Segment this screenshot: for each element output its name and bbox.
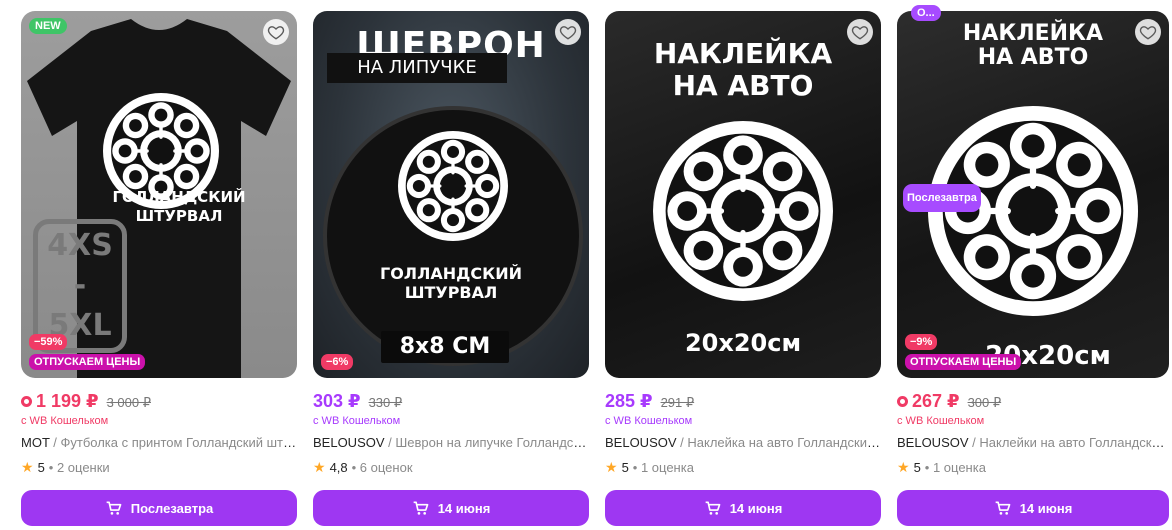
favorite-button[interactable] bbox=[263, 19, 289, 45]
product-title: / Футболка с принтом Голландский штурвал bbox=[49, 435, 297, 450]
product-title: / Наклейка на авто Голландский штурвал bbox=[680, 435, 881, 450]
delivery-date-label: 14 июня bbox=[437, 500, 491, 516]
rating: ★ 5 • 2 оценки bbox=[21, 459, 297, 476]
product-card[interactable]: НАКЛЕЙКА НА АВТО 20х20см Послезавтра −9%… bbox=[897, 5, 1169, 526]
add-to-cart-button[interactable]: 14 июня bbox=[605, 490, 881, 526]
new-badge: NEW bbox=[29, 18, 67, 34]
star-icon: ★ bbox=[897, 459, 910, 475]
delivery-date-label: 14 июня bbox=[1019, 500, 1073, 516]
brand-name: MOT bbox=[21, 435, 50, 450]
patch-illustration bbox=[323, 106, 583, 366]
wallet-note: с WB Кошельком bbox=[605, 415, 693, 427]
add-to-cart-button[interactable]: 14 июня bbox=[313, 490, 589, 526]
reviews-count: • 1 оценка bbox=[632, 460, 694, 475]
rating: ★ 4,8 • 6 оценок bbox=[313, 459, 589, 476]
heart-icon bbox=[559, 26, 577, 40]
price-value: 1 199 ₽ bbox=[36, 391, 99, 411]
image-caption-line1: ГОЛЛАНДСКИЙ bbox=[112, 188, 246, 206]
old-price: 291 ₽ bbox=[660, 395, 695, 410]
discount-badge: −9% bbox=[905, 334, 938, 350]
product-image[interactable]: НАКЛЕЙКА НА АВТО 20х20см Послезавтра −9%… bbox=[897, 11, 1169, 378]
product-image[interactable]: ГОЛЛАНДСКИЙ ШТУРВАЛ 4XS - 5XL NEW −59% О… bbox=[21, 11, 297, 378]
delivery-date-label: 14 июня bbox=[729, 500, 783, 516]
top-tag: О... bbox=[911, 5, 941, 21]
discount-badge: −59% bbox=[29, 334, 68, 350]
favorite-button[interactable] bbox=[555, 19, 581, 45]
star-icon: ★ bbox=[605, 459, 618, 475]
sticker-illustration bbox=[605, 11, 881, 378]
delivery-date-label: Послезавтра bbox=[130, 500, 214, 516]
current-price: 285 ₽ bbox=[605, 391, 653, 411]
old-price: 300 ₽ bbox=[967, 395, 1002, 410]
image-caption-line2: ШТУРВАЛ bbox=[404, 283, 498, 302]
brand-name: BELOUSOV bbox=[605, 435, 677, 450]
old-price: 3 000 ₽ bbox=[106, 395, 151, 410]
rating-value: 4,8 bbox=[329, 460, 348, 475]
image-caption-line1: ГОЛЛАНДСКИЙ bbox=[380, 264, 522, 283]
price-row: 1 199 ₽ 3 000 ₽ bbox=[21, 391, 297, 413]
product-image[interactable]: НАКЛЕЙКА НА АВТО 20х20см bbox=[605, 11, 881, 378]
product-name[interactable]: MOT / Футболка с принтом Голландский шту… bbox=[21, 435, 297, 450]
wallet-note: с WB Кошельком bbox=[897, 415, 985, 427]
product-card[interactable]: НАКЛЕЙКА НА АВТО 20х20см 285 ₽ 291 ₽ с W… bbox=[605, 11, 881, 526]
price-row: 285 ₽ 291 ₽ bbox=[605, 391, 881, 413]
size-label: 8х8 СМ bbox=[399, 334, 491, 359]
product-name[interactable]: BELOUSOV / Шеврон на липучке Голландский… bbox=[313, 435, 589, 450]
price-row: 303 ₽ 330 ₽ bbox=[313, 391, 589, 413]
old-price: 330 ₽ bbox=[368, 395, 403, 410]
current-price: 1 199 ₽ bbox=[21, 391, 99, 412]
reviews-count: • 2 оценки bbox=[48, 460, 110, 475]
price-value: 267 ₽ bbox=[912, 391, 960, 411]
wallet-discount-icon bbox=[897, 396, 908, 407]
wallet-note: с WB Кошельком bbox=[313, 415, 401, 427]
reviews-count: • 1 оценка bbox=[924, 460, 986, 475]
star-icon: ★ bbox=[313, 459, 326, 475]
rating-value: 5 bbox=[37, 460, 45, 475]
product-title: / Шеврон на липучке Голландский штурвал bbox=[388, 435, 589, 450]
cart-icon bbox=[412, 501, 429, 516]
current-price: 303 ₽ bbox=[313, 391, 361, 411]
rating: ★ 5 • 1 оценка bbox=[897, 459, 1169, 476]
star-icon: ★ bbox=[21, 459, 34, 475]
wallet-note: с WB Кошельком bbox=[21, 415, 109, 427]
cart-icon bbox=[105, 501, 122, 516]
brand-name: BELOUSOV bbox=[897, 435, 969, 450]
add-to-cart-button[interactable]: 14 июня bbox=[897, 490, 1169, 526]
promo-badge: ОТПУСКАЕМ ЦЕНЫ bbox=[905, 354, 1022, 370]
size-label: 20х20см bbox=[684, 329, 802, 357]
add-to-cart-button[interactable]: Послезавтра bbox=[21, 490, 297, 526]
promo-badge: ОТПУСКАЕМ ЦЕНЫ bbox=[29, 354, 146, 370]
delivery-tag: Послезавтра bbox=[903, 184, 981, 212]
heart-icon bbox=[267, 26, 285, 40]
size-range-label: 4XS - 5XL bbox=[33, 219, 127, 353]
product-name[interactable]: BELOUSOV / Наклейка на авто Голландский … bbox=[605, 435, 881, 450]
favorite-button[interactable] bbox=[1135, 19, 1161, 45]
product-card[interactable]: ГОЛЛАНДСКИЙ ШТУРВАЛ 4XS - 5XL NEW −59% О… bbox=[21, 11, 297, 526]
reviews-count: • 6 оценок bbox=[351, 460, 413, 475]
heart-icon bbox=[1139, 26, 1157, 40]
cart-icon bbox=[994, 501, 1011, 516]
size-box: 8х8 СМ bbox=[381, 331, 509, 363]
price-row: 267 ₽ 300 ₽ bbox=[897, 391, 1169, 413]
product-title: / Наклейки на авто Голландский штурвал bbox=[972, 435, 1169, 450]
favorite-button[interactable] bbox=[847, 19, 873, 45]
wallet-discount-icon bbox=[21, 396, 32, 407]
cart-icon bbox=[704, 501, 721, 516]
product-card[interactable]: ШЕВРОН НА ЛИПУЧКЕ ГОЛЛАНДСКИЙ ШТУРВАЛ 8х… bbox=[313, 11, 589, 526]
rating-value: 5 bbox=[913, 460, 921, 475]
heart-icon bbox=[851, 26, 869, 40]
brand-name: BELOUSOV bbox=[313, 435, 385, 450]
current-price: 267 ₽ bbox=[897, 391, 960, 412]
discount-badge: −6% bbox=[321, 354, 354, 370]
rating: ★ 5 • 1 оценка bbox=[605, 459, 881, 476]
product-name[interactable]: BELOUSOV / Наклейки на авто Голландский … bbox=[897, 435, 1169, 450]
product-image[interactable]: ШЕВРОН НА ЛИПУЧКЕ ГОЛЛАНДСКИЙ ШТУРВАЛ 8х… bbox=[313, 11, 589, 378]
rating-value: 5 bbox=[621, 460, 629, 475]
